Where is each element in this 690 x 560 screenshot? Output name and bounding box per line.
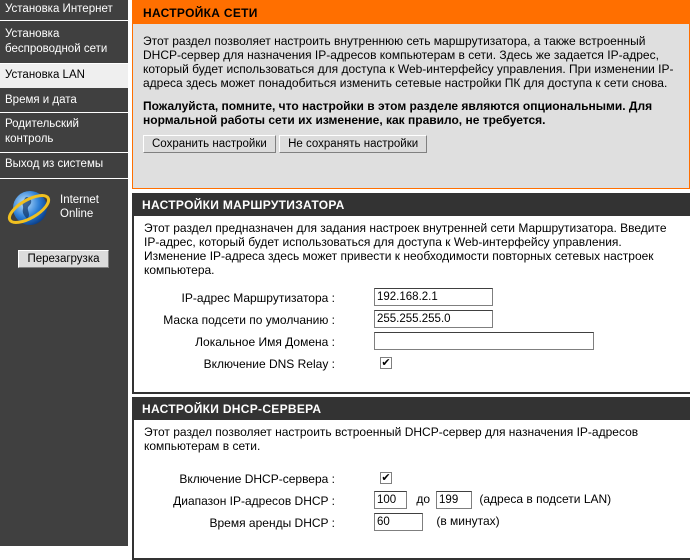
sidebar: Установка Интернет Установка беспроводно… — [0, 0, 128, 546]
section-title: НАСТРОЙКА СЕТИ — [133, 1, 689, 24]
domain-name-input[interactable] — [374, 332, 594, 350]
dhcp-settings-section: НАСТРОЙКИ DHCP-СЕРВЕРА Этот раздел позво… — [132, 397, 690, 560]
internet-status: Internet Online — [6, 185, 124, 235]
router-ip-input[interactable] — [374, 288, 493, 306]
range-to-label: до — [416, 492, 431, 506]
sidebar-item-lan[interactable]: Установка LAN — [0, 64, 128, 89]
dhcp-range-start-input[interactable] — [374, 491, 407, 509]
dns-relay-label: Включение DNS Relay : — [203, 357, 335, 371]
section-description: Этот раздел предназначен для задания нас… — [144, 221, 667, 277]
router-settings-section: НАСТРОЙКИ МАРШРУТИЗАТОРА Этот раздел пре… — [132, 193, 690, 394]
sidebar-item-logout[interactable]: Выход из системы — [0, 153, 128, 179]
sidebar-item-parental[interactable]: Родительский контроль — [0, 113, 128, 153]
lease-note: (в минутах) — [436, 514, 500, 528]
sidebar-item-wireless[interactable]: Установка беспроводной сети — [0, 21, 128, 64]
subnet-mask-input[interactable] — [374, 310, 493, 328]
optional-note: Пожалуйста, помните, что настройки в это… — [143, 99, 653, 127]
dhcp-range-end-input[interactable] — [436, 491, 473, 509]
dont-save-button[interactable]: Не сохранять настройки — [279, 135, 428, 153]
section-description: Этот раздел позволяет настроить встроенн… — [144, 425, 639, 453]
dhcp-enable-checkbox[interactable]: ✔ — [380, 472, 392, 484]
dns-relay-checkbox[interactable]: ✔ — [380, 357, 392, 369]
section-title: НАСТРОЙКИ МАРШРУТИЗАТОРА — [132, 193, 690, 216]
ip-label: IP-адрес Маршрутизатора : — [181, 291, 336, 305]
sidebar-item-internet[interactable]: Установка Интернет — [0, 0, 128, 21]
save-button[interactable]: Сохранить настройки — [143, 135, 276, 153]
dhcp-enable-label: Включение DHCP-сервера : — [179, 472, 335, 486]
section-description: Этот раздел позволяет настроить внутренн… — [143, 34, 674, 90]
network-settings-section: НАСТРОЙКА СЕТИ Этот раздел позволяет нас… — [132, 0, 690, 189]
status-line2: Online — [60, 208, 94, 220]
globe-icon — [7, 191, 51, 225]
dhcp-range-label: Диапазон IP-адресов DHCP : — [173, 494, 335, 508]
reboot-button[interactable]: Перезагрузка — [18, 250, 109, 268]
lease-time-input[interactable] — [374, 513, 423, 531]
lease-time-label: Время аренды DHCP : — [209, 516, 336, 530]
range-note: (адреса в подсети LAN) — [479, 492, 612, 506]
status-line1: Internet — [60, 194, 99, 206]
domain-label: Локальное Имя Домена : — [195, 335, 335, 349]
section-title: НАСТРОЙКИ DHCP-СЕРВЕРА — [132, 397, 690, 420]
mask-label: Маска подсети по умолчанию : — [163, 313, 335, 327]
sidebar-item-time[interactable]: Время и дата — [0, 89, 128, 113]
